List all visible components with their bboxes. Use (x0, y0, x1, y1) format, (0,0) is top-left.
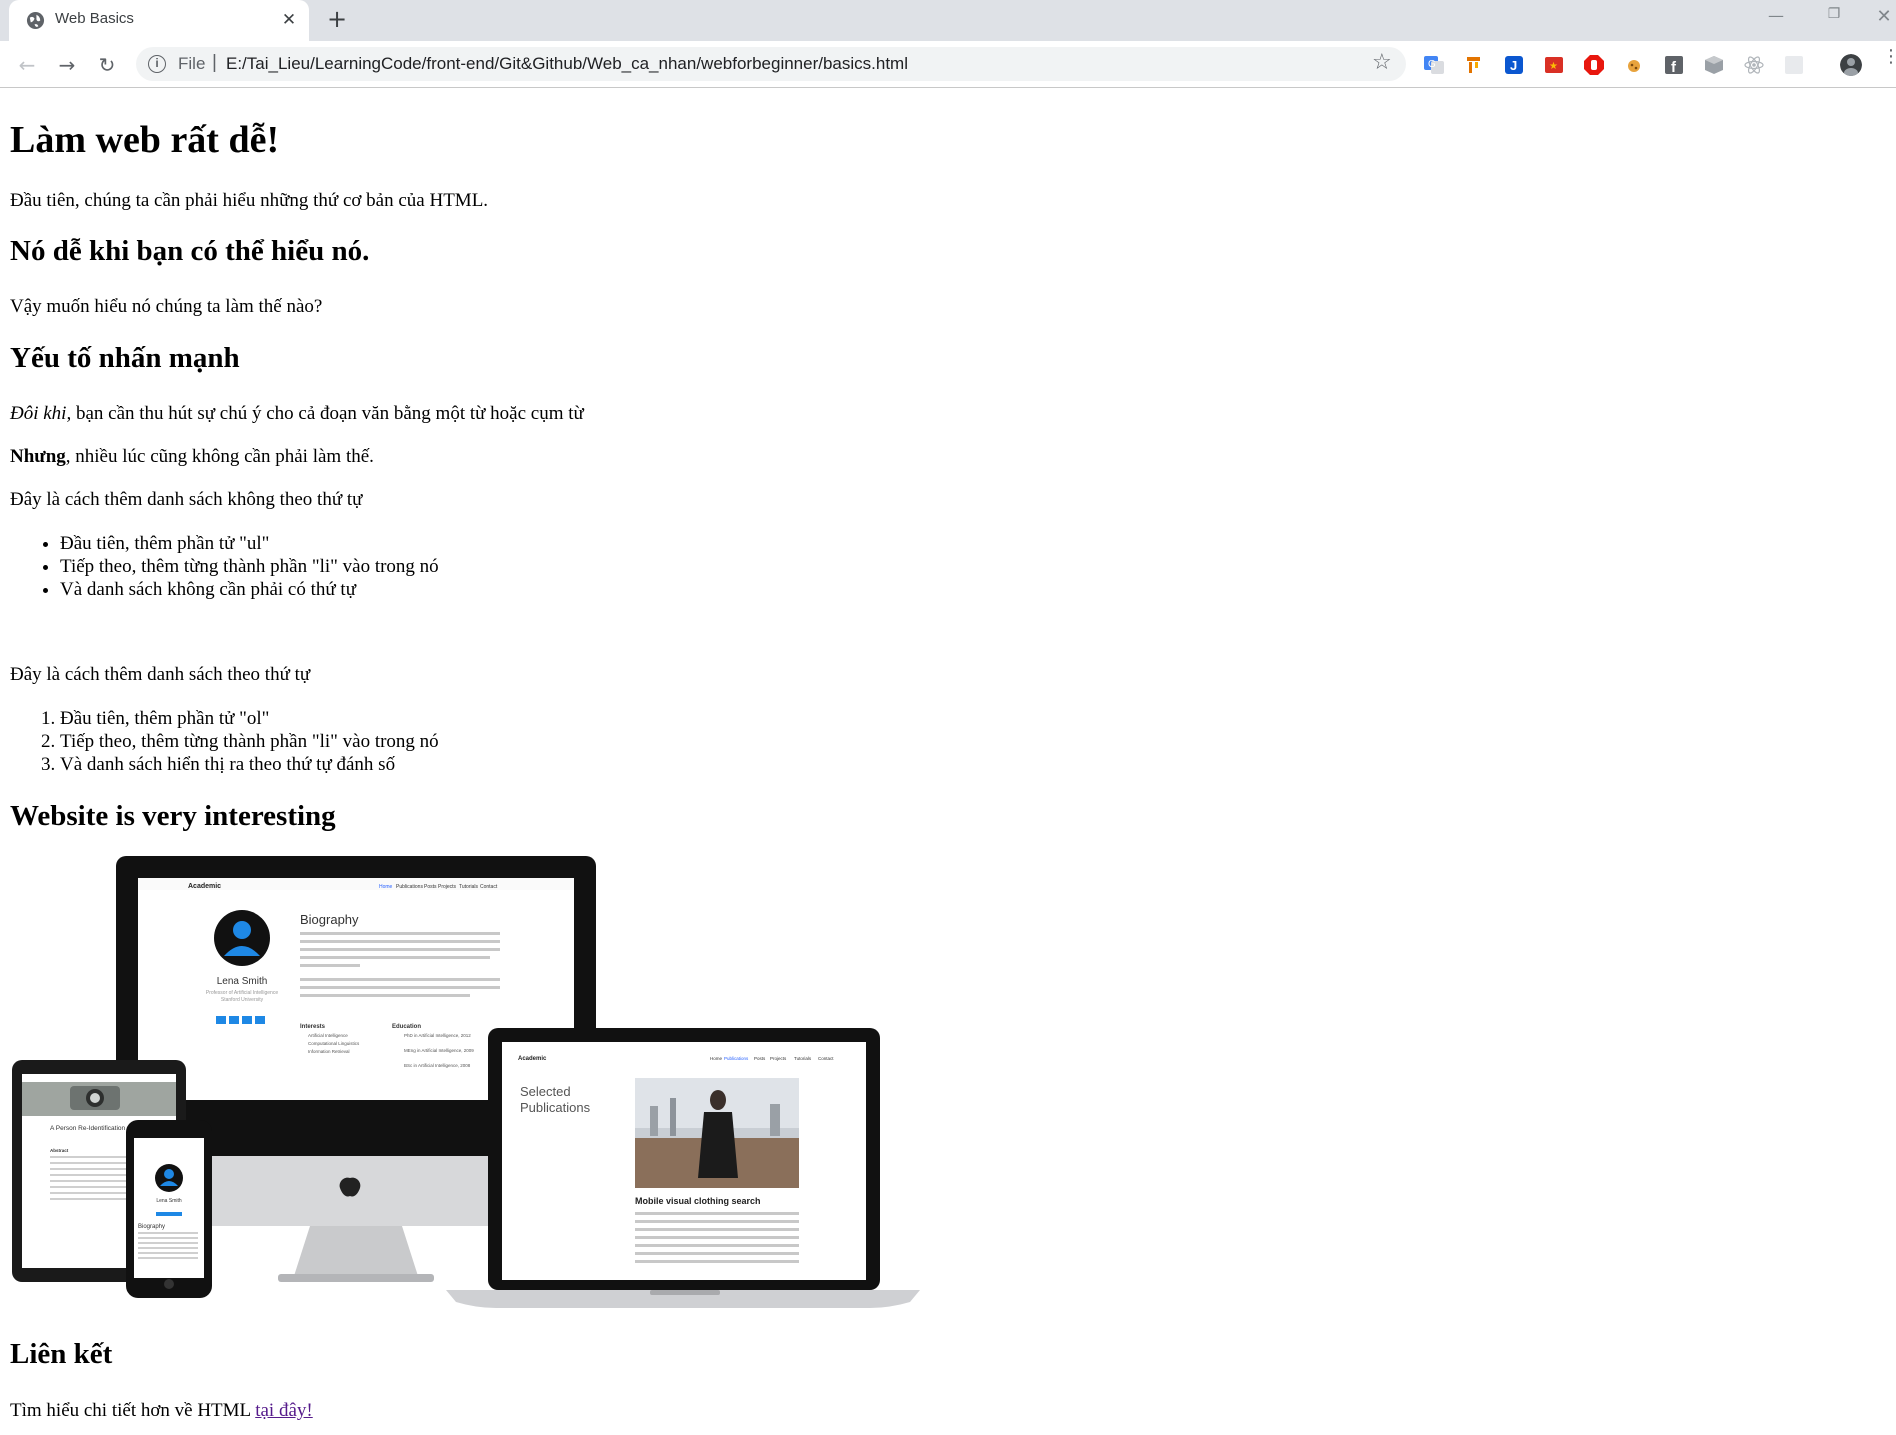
google-translate-icon[interactable]: G (1423, 54, 1445, 76)
link-prefix: Tìm hiểu chi tiết hơn về HTML (10, 1400, 256, 1421)
phone-biography: Biography (138, 1224, 165, 1230)
blank-extension-icon[interactable] (1783, 54, 1805, 76)
scheme-separator: | (212, 52, 217, 73)
heading-links: Liên kết (10, 1338, 113, 1370)
desktop-nav-posts: Posts (424, 884, 437, 890)
ordered-list: Đầu tiên, thêm phần tử "ol" Tiếp theo, t… (60, 707, 439, 776)
new-tab-button[interactable]: + (325, 7, 349, 32)
scheme-label: File (178, 54, 206, 73)
list-item: Và danh sách hiển thị ra theo thứ tự đán… (60, 753, 439, 776)
reload-icon[interactable]: ↻ (92, 50, 122, 80)
ul-intro: Đây là cách thêm danh sách không theo th… (10, 489, 363, 510)
desktop-interest-1: Artificial Intelligence (308, 1033, 348, 1038)
desktop-interests-title: Interests (300, 1024, 326, 1030)
box-extension-icon[interactable] (1703, 54, 1725, 76)
phone-person-name: Lena Smith (156, 1198, 182, 1204)
heading-website: Website is very interesting (10, 800, 336, 832)
laptop-nav-tutorials: Tutorials (794, 1056, 812, 1061)
forward-arrow-icon[interactable]: → (52, 50, 82, 80)
list-item: Đầu tiên, thêm phần tử "ul" (60, 532, 439, 555)
emphasis-paragraph: Đôi khi, bạn cần thu hút sự chú ý cho cả… (10, 403, 584, 425)
phone: Lena Smith Biography (126, 1120, 212, 1298)
tab-web-basics[interactable]: Web Basics ✕ (9, 0, 309, 41)
desktop-nav-contact: Contact (480, 884, 498, 890)
tab-title: Web Basics (55, 10, 134, 27)
emphasis-italic: Đôi khi, (10, 403, 72, 424)
desktop-person-name: Lena Smith (217, 976, 268, 987)
bookmark-star-icon[interactable]: ☆ (1372, 50, 1392, 75)
minimize-icon[interactable]: — (1756, 6, 1796, 30)
desktop-education-title: Education (392, 1024, 421, 1030)
desktop-education-1: PhD in Artificial Intelligence, 2012 (404, 1033, 471, 1038)
laptop-nav-publications: Publications (724, 1056, 749, 1061)
react-devtools-icon[interactable] (1743, 54, 1765, 76)
svg-text:J: J (1510, 58, 1517, 73)
tablet-abstract: Abstract (50, 1148, 69, 1153)
list-item: Tiếp theo, thêm từng thành phần "li" vào… (60, 555, 439, 578)
heading-easy: Nó dễ khi bạn có thể hiểu nó. (10, 235, 370, 267)
laptop-site-name: Academic (518, 1056, 547, 1062)
desktop-education-2: MEng in Artificial Intelligence, 2009 (404, 1048, 474, 1053)
desktop-education-3: BSc in Artificial Intelligence, 2008 (404, 1063, 471, 1068)
cookie-extension-icon[interactable] (1623, 54, 1645, 76)
laptop-heading-publications: Publications (520, 1100, 591, 1115)
svg-text:G: G (1428, 59, 1436, 70)
adblock-icon[interactable] (1583, 54, 1605, 76)
globe-icon (26, 11, 45, 30)
desktop-interest-2: Computational Linguistics (308, 1041, 360, 1046)
url-text[interactable]: E:/Tai_Lieu/LearningCode/front-end/Git&G… (226, 54, 908, 74)
laptop: Academic Home Publications Posts Project… (446, 1028, 920, 1308)
desktop-person-role: Professor of Artificial Intelligence (206, 990, 278, 996)
question-paragraph: Vậy muốn hiểu nó chúng ta làm thế nào? (10, 296, 323, 317)
desktop-nav-tutorials: Tutorials (459, 884, 478, 890)
svg-text:★: ★ (1549, 61, 1558, 72)
laptop-nav-home: Home (710, 1056, 723, 1061)
tab-strip: Web Basics ✕ + — ❐ ✕ (0, 0, 1896, 41)
address-bar[interactable]: i File | E:/Tai_Lieu/LearningCode/front-… (136, 47, 1406, 81)
back-arrow-icon[interactable]: ← (12, 50, 42, 80)
bookmark-extension-icon[interactable] (1463, 54, 1485, 76)
desktop-biography-title: Biography (300, 912, 359, 927)
browser-menu-icon[interactable]: ⋮ (1882, 48, 1896, 77)
list-item: Đầu tiên, thêm phần tử "ol" (60, 707, 439, 730)
responsive-devices-image: Academic Home Publications Posts Project… (12, 856, 920, 1308)
desktop-nav-publications: Publications (396, 884, 423, 890)
list-item: Tiếp theo, thêm từng thành phần "li" vào… (60, 730, 439, 753)
desktop-nav-projects: Projects (438, 884, 457, 890)
laptop-nav-contact: Contact (818, 1056, 834, 1061)
jira-extension-icon[interactable]: J (1503, 54, 1525, 76)
list-item: Và danh sách không cần phải có thứ tự (60, 578, 439, 601)
learn-more-link[interactable]: tại đây! (255, 1400, 313, 1421)
laptop-nav-projects: Projects (770, 1056, 787, 1061)
strong-bold: Nhưng (10, 446, 66, 467)
emphasis-rest: bạn cần thu hút sự chú ý cho cả đoạn văn… (71, 403, 584, 424)
desktop-nav-home: Home (379, 884, 393, 890)
strong-rest: , nhiều lúc cũng không cần phải làm thế. (65, 446, 374, 467)
browser-toolbar: ← → ↻ i File | E:/Tai_Lieu/LearningCode/… (0, 41, 1896, 88)
flag-extension-icon[interactable]: ★ (1543, 54, 1565, 76)
desktop-site-name: Academic (188, 883, 221, 890)
laptop-nav-posts: Posts (754, 1056, 766, 1061)
page-title: Làm web rất dễ! (10, 119, 280, 161)
tab-close-icon[interactable]: ✕ (279, 10, 299, 30)
restore-icon[interactable]: ❐ (1814, 6, 1854, 30)
strong-paragraph: Nhưng, nhiều lúc cũng không cần phải làm… (10, 446, 374, 468)
profile-avatar[interactable] (1840, 54, 1862, 76)
window-close-icon[interactable]: ✕ (1864, 6, 1896, 30)
info-icon[interactable]: i (148, 55, 166, 73)
heading-emphasis: Yếu tố nhấn mạnh (10, 342, 240, 374)
unordered-list: Đầu tiên, thêm phần tử "ul" Tiếp theo, t… (60, 532, 439, 601)
laptop-pub-title: Mobile visual clothing search (635, 1196, 761, 1206)
intro-paragraph: Đầu tiên, chúng ta cần phải hiểu những t… (10, 190, 489, 211)
facebook-extension-icon[interactable]: f (1663, 54, 1685, 76)
desktop-interest-3: Information Retrieval (308, 1049, 350, 1054)
laptop-heading-selected: Selected (520, 1084, 571, 1099)
desktop-person-org: Stanford University (221, 997, 264, 1003)
link-paragraph: Tìm hiểu chi tiết hơn về HTML tại đây! (10, 1400, 313, 1422)
ol-intro: Đây là cách thêm danh sách theo thứ tự (10, 664, 311, 685)
